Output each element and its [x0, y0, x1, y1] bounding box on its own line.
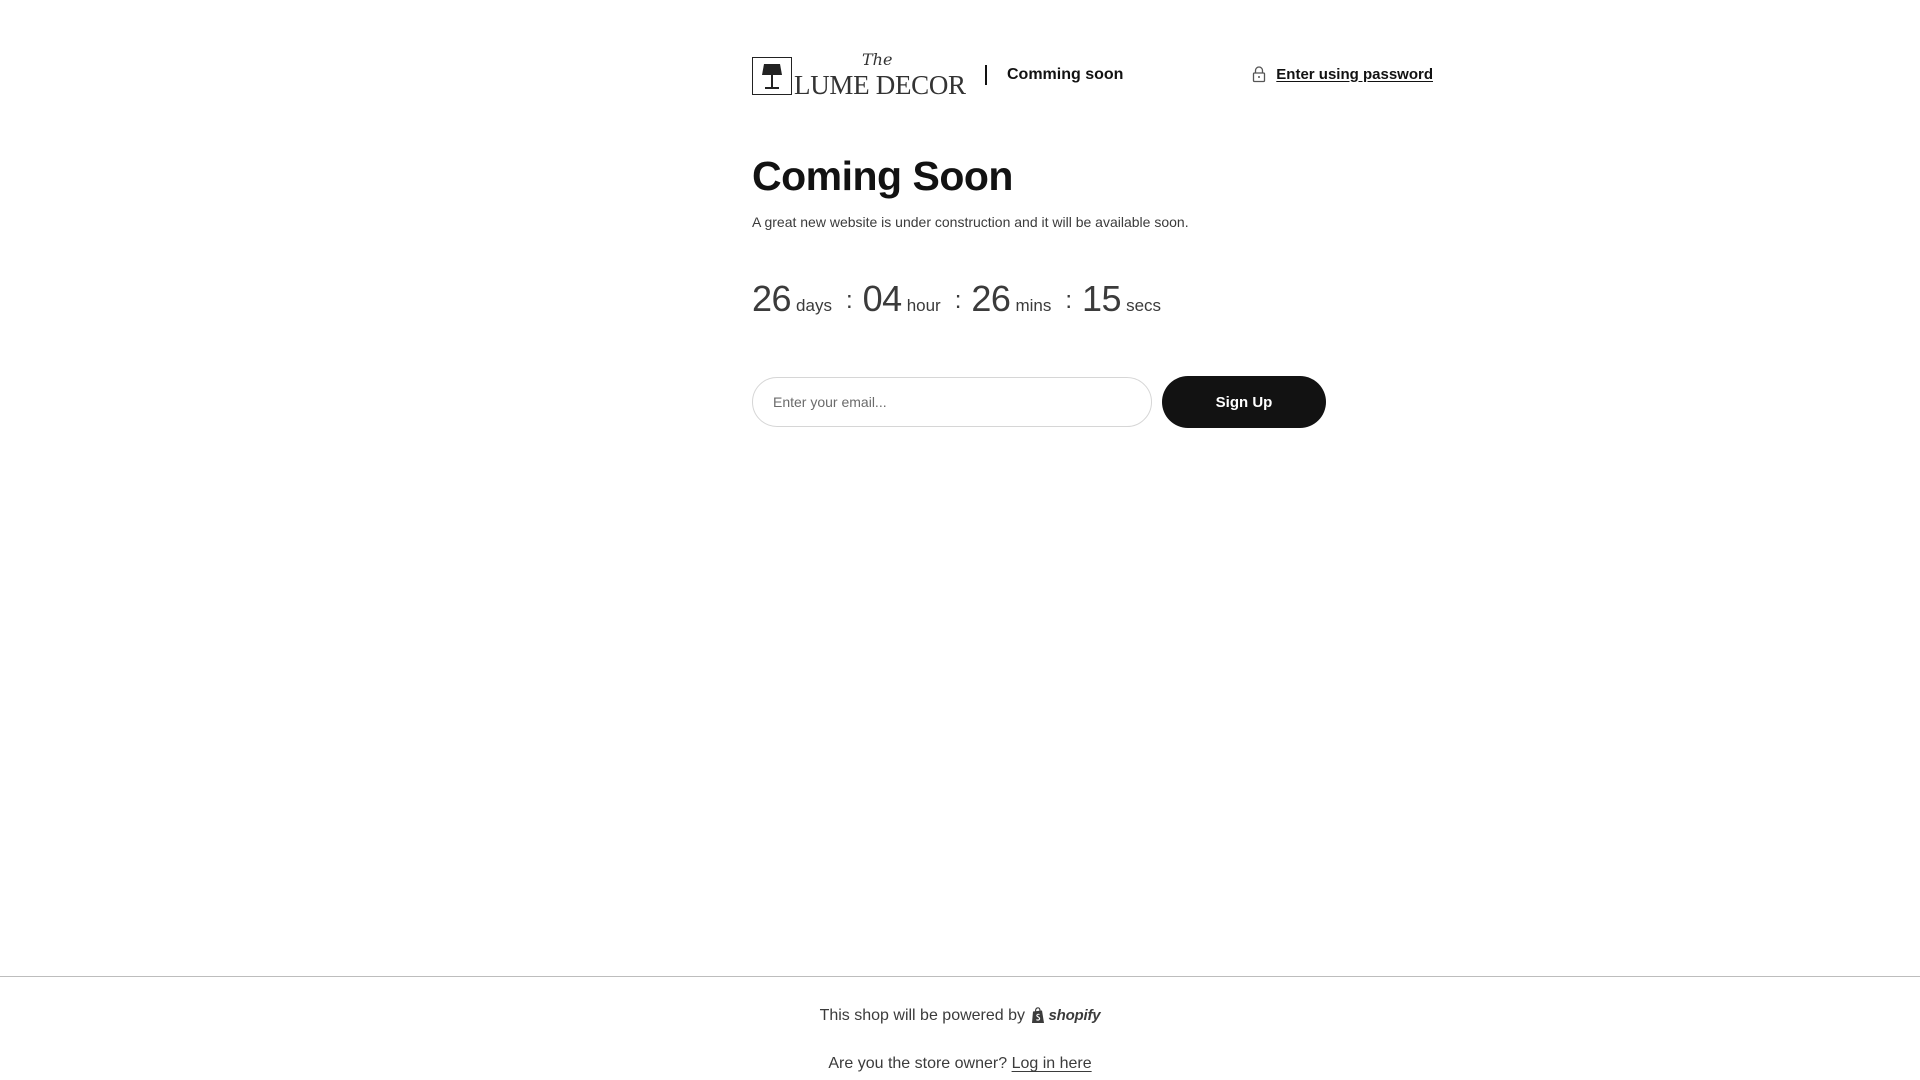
powered-by: This shop will be powered by shopify — [0, 1007, 1920, 1025]
header-title: Comming soon — [1007, 66, 1124, 83]
logo-the-text: The — [862, 50, 893, 69]
shopify-bag-icon — [1032, 1007, 1045, 1024]
countdown-hours: 04 hour — [863, 278, 941, 320]
countdown-mins-label: mins — [1015, 296, 1052, 315]
countdown-days-value: 26 — [752, 278, 792, 319]
countdown-hours-value: 04 — [862, 278, 903, 319]
countdown-secs-value: 15 — [1082, 278, 1122, 319]
lamp-icon — [762, 64, 782, 89]
countdown-mins: 26 mins — [971, 278, 1051, 320]
password-page: The LUME DECOR Comming soon Enter using … — [0, 0, 1920, 1080]
countdown-mins-value: 26 — [971, 278, 1011, 319]
main-content: Coming Soon A great new website is under… — [752, 150, 1433, 428]
store-owner-prompt: Are you the store owner? Log in here — [0, 1055, 1920, 1073]
page-description: A great new website is under constructio… — [752, 214, 1189, 230]
countdown-hours-label: hour — [906, 296, 941, 315]
shopify-link[interactable]: shopify — [1031, 1007, 1101, 1025]
countdown-timer: 26 days : 04 hour : 26 mins : 15 secs — [752, 278, 1433, 320]
countdown-separator: : — [845, 287, 853, 314]
footer: This shop will be powered by shopify Are… — [0, 976, 1920, 1080]
log-in-link[interactable]: Log in here — [1012, 1055, 1092, 1072]
store-owner-text: Are you the store owner? — [828, 1055, 1008, 1072]
logo-frame — [752, 57, 792, 95]
logo-name-text: LUME DECOR — [794, 70, 966, 100]
shopify-wordmark: shopify — [1048, 1007, 1101, 1025]
header: The LUME DECOR Comming soon Enter using … — [752, 50, 1433, 100]
enter-password-link[interactable]: Enter using password — [1252, 65, 1433, 83]
store-logo[interactable]: The LUME DECOR — [752, 50, 966, 100]
countdown-separator: : — [1065, 287, 1073, 314]
newsletter-form: Sign Up — [752, 376, 1433, 428]
countdown-secs-label: secs — [1126, 296, 1162, 315]
countdown-days-label: days — [796, 296, 832, 315]
sign-up-button[interactable]: Sign Up — [1162, 376, 1326, 428]
countdown-days: 26 days — [752, 278, 832, 320]
powered-by-text: This shop will be powered by — [819, 1007, 1026, 1024]
email-input[interactable] — [752, 377, 1152, 427]
lock-icon — [1253, 66, 1266, 83]
page-title: Coming Soon — [752, 153, 1013, 199]
countdown-separator: : — [954, 287, 962, 314]
enter-password-label: Enter using password — [1276, 65, 1433, 83]
header-divider — [985, 65, 987, 85]
countdown-secs: 15 secs — [1082, 278, 1161, 320]
